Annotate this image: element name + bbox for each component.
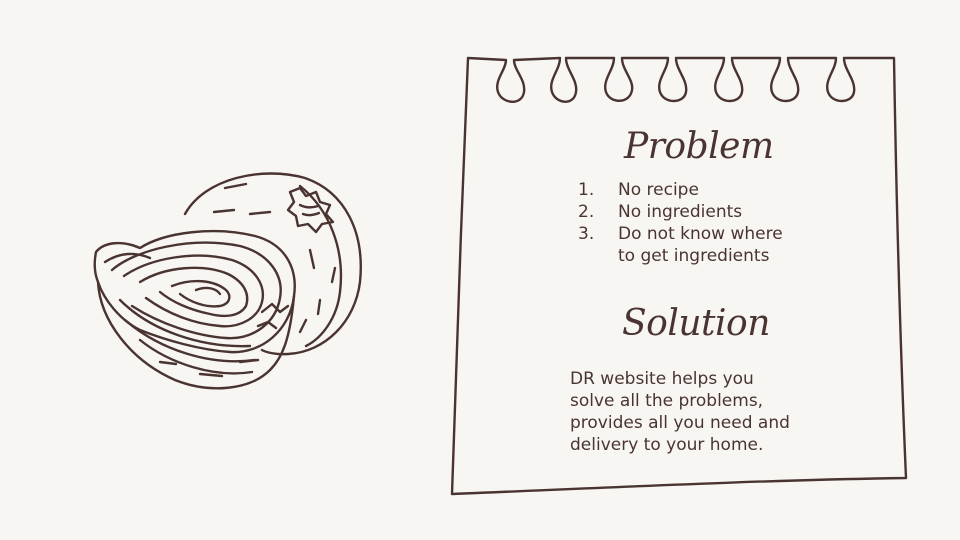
problem-list-item: 1. No recipe <box>578 179 808 201</box>
solution-heading: Solution <box>622 303 770 344</box>
list-item-number: 2. <box>578 202 595 222</box>
list-item-text: No recipe <box>618 180 699 200</box>
problem-list: 1. No recipe 2. No ingredients 3. Do not… <box>578 179 808 267</box>
problem-heading: Problem <box>624 126 774 167</box>
slide-artwork <box>93 56 908 496</box>
onion-illustration-icon <box>93 172 362 390</box>
problem-list-item: 2. No ingredients <box>578 201 808 223</box>
slide: Problem 1. No recipe 2. No ingredients 3… <box>0 0 960 540</box>
list-item-text: Do not know where to get ingredients <box>618 224 783 266</box>
list-item-text: No ingredients <box>618 202 743 222</box>
solution-paragraph: DR website helps you solve all the probl… <box>570 369 790 455</box>
list-item-number: 3. <box>578 224 595 244</box>
problem-list-item: 3. Do not know where to get ingredients <box>578 223 808 267</box>
list-item-number: 1. <box>578 180 595 200</box>
